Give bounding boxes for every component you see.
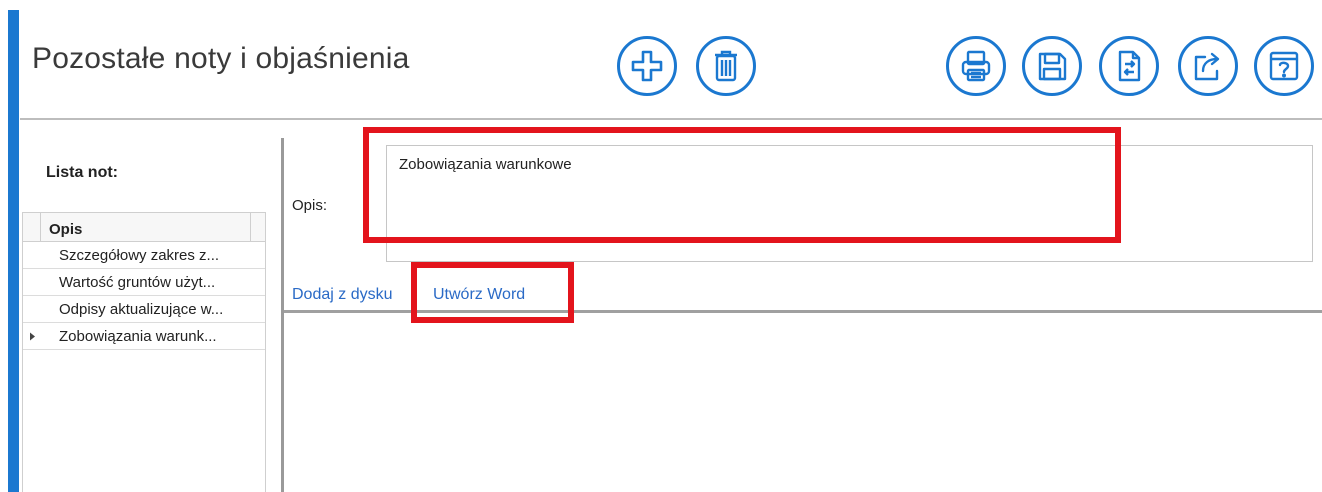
trash-icon xyxy=(715,50,737,82)
row-cell: Odpisy aktualizujące w... xyxy=(59,301,224,318)
column-header-filler xyxy=(250,213,265,241)
notes-list-pane: Lista not: Opis Szczegółowy zakres z... … xyxy=(20,120,282,492)
page-title: Pozostałe noty i objaśnienia xyxy=(32,42,410,75)
row-indicator xyxy=(23,323,41,349)
row-indicator xyxy=(23,296,41,322)
table-row[interactable]: Zobowiązania warunk... xyxy=(23,323,265,350)
export-button[interactable] xyxy=(1178,36,1238,96)
row-indicator xyxy=(23,269,41,295)
opis-label: Opis: xyxy=(292,197,328,214)
table-row[interactable]: Odpisy aktualizujące w... xyxy=(23,296,265,323)
row-cell: Zobowiązania warunk... xyxy=(59,328,217,345)
plus-icon xyxy=(631,50,663,82)
print-button[interactable] xyxy=(946,36,1006,96)
current-row-arrow-icon xyxy=(29,332,35,340)
opis-field[interactable]: Zobowiązania warunkowe xyxy=(386,145,1313,262)
help-window-icon xyxy=(1269,51,1299,81)
floppy-disk-icon xyxy=(1038,52,1067,81)
table-row[interactable]: Szczegółowy zakres z... xyxy=(23,242,265,269)
grid-header: Opis xyxy=(23,212,265,242)
delete-button[interactable] xyxy=(696,36,756,96)
links-divider xyxy=(284,310,1322,313)
notes-grid: Opis Szczegółowy zakres z... Wartość gru… xyxy=(22,212,266,492)
add-from-disk-link[interactable]: Dodaj z dysku xyxy=(292,286,393,304)
notes-list-label: Lista not: xyxy=(46,164,118,181)
create-word-link[interactable]: Utwórz Word xyxy=(433,286,525,304)
accent-bar xyxy=(8,10,19,492)
document-swap-button[interactable] xyxy=(1099,36,1159,96)
pane-divider[interactable] xyxy=(281,138,284,492)
row-indicator xyxy=(23,242,41,268)
help-button[interactable] xyxy=(1254,36,1314,96)
add-button[interactable] xyxy=(617,36,677,96)
column-header-opis[interactable]: Opis xyxy=(49,221,82,238)
row-cell: Wartość gruntów użyt... xyxy=(59,274,216,291)
table-row[interactable]: Wartość gruntów użyt... xyxy=(23,269,265,296)
document-swap-icon xyxy=(1118,50,1141,82)
row-header-corner xyxy=(23,213,41,241)
share-arrow-icon xyxy=(1194,52,1220,81)
row-cell: Szczegółowy zakres z... xyxy=(59,247,220,264)
save-button[interactable] xyxy=(1022,36,1082,96)
printer-icon xyxy=(961,50,991,82)
